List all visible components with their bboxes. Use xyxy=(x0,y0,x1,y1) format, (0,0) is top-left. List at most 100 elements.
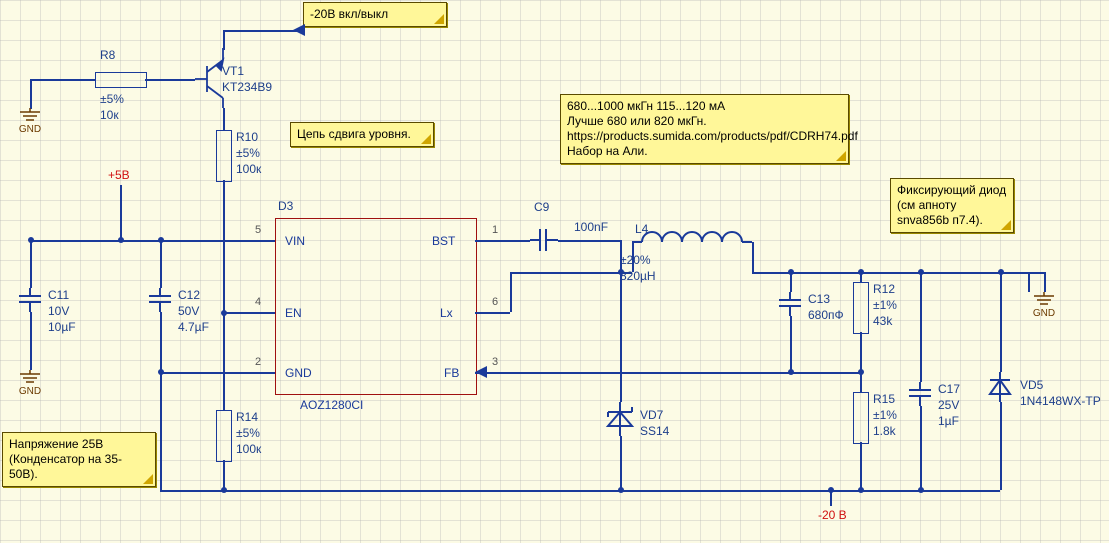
C9-val: 100nF xyxy=(574,220,608,234)
VT1-ref: VT1 xyxy=(222,64,244,78)
wire xyxy=(475,312,510,314)
wire xyxy=(1000,272,1002,372)
wire xyxy=(790,316,792,372)
wire xyxy=(223,460,225,490)
junction xyxy=(158,237,164,243)
wire xyxy=(475,372,860,374)
note-text: -20В вкл/выкл xyxy=(310,7,388,21)
wire xyxy=(223,312,275,314)
wire xyxy=(1044,272,1046,292)
wire xyxy=(260,240,275,242)
VD7-ref: VD7 xyxy=(640,408,663,422)
gnd-symbol: GND xyxy=(18,370,42,392)
wire xyxy=(475,240,530,242)
wire xyxy=(860,442,862,490)
note-inductor: 680...1000 мкГн 115...120 мА Лучше 680 и… xyxy=(560,94,849,164)
R14-tol: ±5% xyxy=(236,426,260,440)
gnd-symbol: GND xyxy=(18,108,42,130)
pin-num: 4 xyxy=(255,296,261,308)
resistor-R12 xyxy=(853,282,869,334)
wire xyxy=(1000,402,1002,490)
resistor-R15 xyxy=(853,392,869,444)
note-text: 680...1000 мкГн 115...120 мА Лучше 680 и… xyxy=(567,99,858,158)
C13-val: 680пФ xyxy=(808,308,844,322)
wire xyxy=(558,240,620,242)
wire xyxy=(860,272,862,282)
note-input-flag: -20В вкл/выкл xyxy=(303,2,447,27)
resistor-R14 xyxy=(216,410,232,462)
junction xyxy=(918,487,924,493)
D3-part: AOZ1280CI xyxy=(300,398,363,412)
R12-ref: R12 xyxy=(873,282,895,296)
wire xyxy=(30,240,32,288)
resistor-R10 xyxy=(216,130,232,182)
C17-vr: 25V xyxy=(938,398,959,412)
transistor-VT1 xyxy=(195,48,235,108)
diode-VD7 xyxy=(604,402,636,436)
wire xyxy=(160,312,162,490)
C12-ref: C12 xyxy=(178,288,200,302)
wire xyxy=(620,436,622,490)
R10-val: 100к xyxy=(236,162,261,176)
C11-ref: C11 xyxy=(48,288,69,302)
R10-ref: R10 xyxy=(236,130,258,144)
wire xyxy=(752,242,754,272)
R8-tol: ±5% xyxy=(100,92,124,106)
wire xyxy=(920,406,922,490)
wire xyxy=(223,313,225,410)
inductor-L4 xyxy=(632,230,752,250)
pin-num: 5 xyxy=(255,224,261,236)
junction xyxy=(858,487,864,493)
wire xyxy=(223,30,303,32)
wire xyxy=(160,372,275,374)
L4-tol: ±20% xyxy=(620,253,651,267)
note-text: Напряжение 25В (Конденсатор на 35-50B). xyxy=(9,437,122,481)
junction xyxy=(28,237,34,243)
R15-tol: ±1% xyxy=(873,408,897,422)
R15-ref: R15 xyxy=(873,392,895,406)
C13-ref: C13 xyxy=(808,292,830,306)
C17-ref: C17 xyxy=(938,382,960,396)
gnd-label: GND xyxy=(19,386,41,397)
R8-ref: R8 xyxy=(100,48,115,62)
wire xyxy=(30,312,32,370)
C11-val: 10µF xyxy=(48,320,76,334)
R8-val: 10к xyxy=(100,108,119,122)
pin-num: 3 xyxy=(492,356,498,368)
pin-label: EN xyxy=(285,306,302,320)
gnd-symbol: GND xyxy=(1032,292,1056,314)
D3-ref: D3 xyxy=(278,199,293,213)
pin-label: VIN xyxy=(285,234,305,248)
junction xyxy=(221,487,227,493)
wire xyxy=(160,490,1000,492)
wire xyxy=(30,79,32,109)
wire xyxy=(120,185,122,240)
arrow-icon xyxy=(293,23,307,37)
resistor-R8 xyxy=(95,72,147,88)
R10-tol: ±5% xyxy=(236,146,260,160)
pin-label: FB xyxy=(444,366,459,380)
gnd-label: GND xyxy=(1033,308,1055,319)
wire xyxy=(860,332,862,372)
note-cap-voltage: Напряжение 25В (Конденсатор на 35-50B). xyxy=(2,432,156,487)
gnd-label: GND xyxy=(19,124,41,135)
note-text: Цепь сдвига уровня. xyxy=(297,127,411,141)
L4-val: 820µH xyxy=(620,269,656,283)
R15-val: 1.8k xyxy=(873,424,896,438)
junction xyxy=(158,369,164,375)
VD5-ref: VD5 xyxy=(1020,378,1043,392)
wire xyxy=(30,79,95,81)
R14-ref: R14 xyxy=(236,410,258,424)
wire xyxy=(160,240,162,288)
wire xyxy=(1028,272,1044,274)
C12-val: 4.7µF xyxy=(178,320,209,334)
wire xyxy=(223,30,225,50)
note-text: Фиксирующий диод (см апноту snva856b п7.… xyxy=(897,183,1006,227)
diode-VD5 xyxy=(986,372,1014,402)
wire xyxy=(620,272,622,402)
junction xyxy=(788,369,794,375)
wire xyxy=(510,272,512,312)
wire xyxy=(223,108,225,130)
cap-C9 xyxy=(530,226,558,254)
pin-label: BST xyxy=(432,234,455,248)
